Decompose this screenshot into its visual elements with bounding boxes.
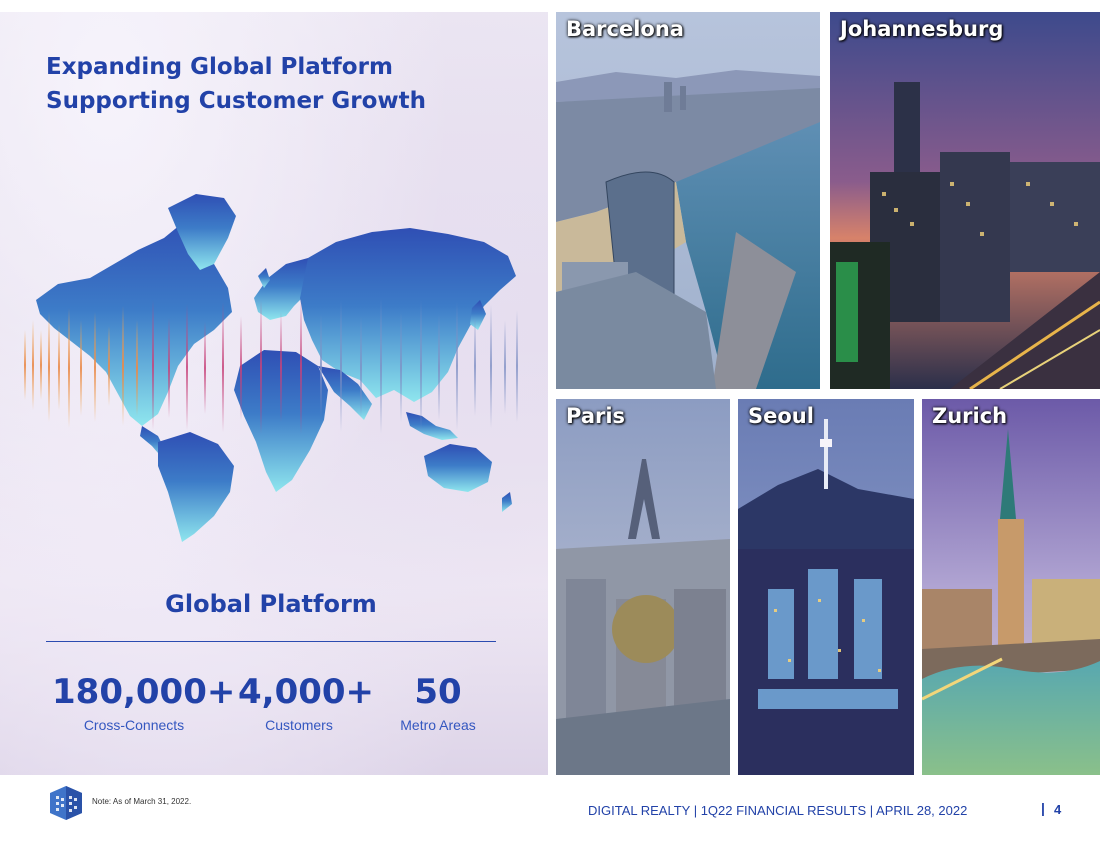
world-map-image [24, 194, 518, 542]
global-platform-heading: Global Platform [165, 590, 377, 618]
page-number: 4 [1054, 802, 1062, 817]
city-photo-paris: Paris [556, 399, 730, 775]
johannesburg-photo-image [830, 12, 1100, 389]
zurich-photo-image [922, 399, 1100, 775]
city-label-seoul: Seoul [748, 404, 814, 428]
city-photo-seoul: Seoul [738, 399, 914, 775]
footer-meta: DIGITAL REALTY | 1Q22 FINANCIAL RESULTS … [588, 803, 968, 818]
stat-metro-areas: 50 Metro Areas [390, 671, 486, 733]
footnote: Note: As of March 31, 2022. [92, 797, 192, 806]
city-photo-johannesburg: Johannesburg [830, 12, 1100, 389]
city-label-paris: Paris [566, 404, 626, 428]
stat-customers: 4,000+ Customers [238, 671, 375, 733]
stat-value: 180,000+ [52, 672, 236, 712]
city-photo-zurich: Zurich [922, 399, 1100, 775]
stat-value: 4,000+ [238, 672, 375, 712]
slide-title: Expanding Global Platform Supporting Cus… [46, 50, 426, 118]
stat-label: Metro Areas [400, 717, 476, 733]
stat-label: Cross-Connects [83, 717, 185, 733]
city-label-johannesburg: Johannesburg [840, 17, 1004, 41]
stat-label: Customers [265, 717, 333, 733]
digital-realty-logo-icon [50, 786, 82, 820]
slide-title-line-2: Supporting Customer Growth [46, 88, 427, 114]
city-photo-barcelona: Barcelona [556, 12, 820, 389]
divider [46, 641, 496, 642]
city-label-zurich: Zurich [932, 404, 1008, 428]
stat-value: 50 [414, 672, 462, 712]
stat-cross-connects: 180,000+ Cross-Connects [52, 671, 236, 733]
city-label-barcelona: Barcelona [566, 17, 684, 41]
paris-photo-image [556, 399, 730, 775]
footer-separator: | [1041, 800, 1045, 816]
barcelona-photo-image [556, 12, 820, 389]
seoul-photo-image [738, 399, 914, 775]
slide-title-line-1: Expanding Global Platform [46, 54, 393, 80]
global-platform-panel: Expanding Global Platform Supporting Cus… [0, 12, 548, 775]
